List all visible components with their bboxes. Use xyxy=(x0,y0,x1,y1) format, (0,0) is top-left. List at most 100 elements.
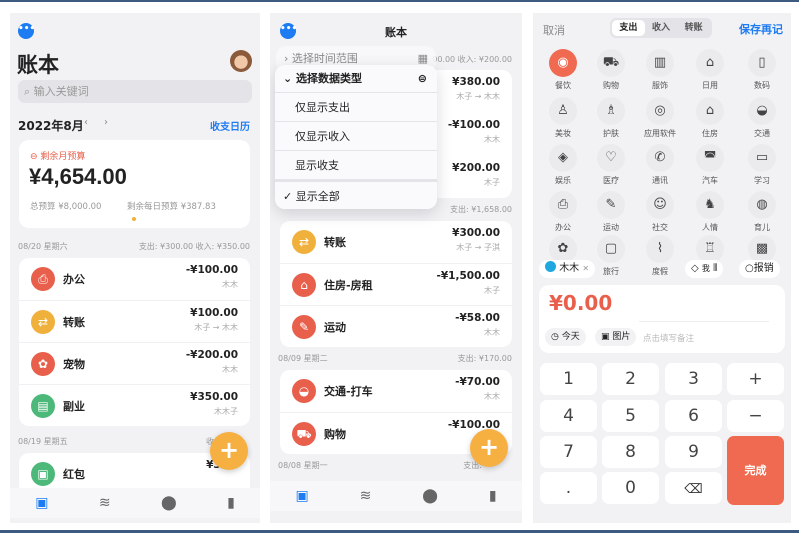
category-item[interactable]: ✎ 运动 xyxy=(586,191,636,233)
key-5[interactable]: 5 xyxy=(602,400,659,432)
tab-drop-icon[interactable]: ⬤ xyxy=(161,495,177,511)
image-button[interactable]: ▣ 图片 xyxy=(595,328,637,346)
category-item[interactable]: ✆ 通讯 xyxy=(635,144,685,186)
date-button[interactable]: ◷ 今天 xyxy=(545,328,586,346)
date-header: 08/08 星期一 xyxy=(278,461,328,470)
next-month-button[interactable]: › xyxy=(104,117,108,128)
key-10[interactable]: 9 xyxy=(665,436,722,468)
tab-layers-icon[interactable]: ≋ xyxy=(99,495,111,511)
transaction-row[interactable]: ⌂ 住房-房租 -¥1,500.00 木子 xyxy=(280,263,512,305)
category-item[interactable]: ⛟ 购物 xyxy=(586,49,636,91)
date-summary: 00.00 收入: ¥200.00 xyxy=(432,55,512,64)
category-item[interactable]: ◚ 汽车 xyxy=(685,144,735,186)
add-transaction-button[interactable]: + xyxy=(470,429,508,467)
transaction-row[interactable]: ✎ 运动 -¥58.00 木木 xyxy=(280,305,512,347)
transaction-amount: -¥100.00 xyxy=(447,119,500,131)
remove-member-icon[interactable]: ✕ xyxy=(582,264,589,273)
transaction-account: 木木子 xyxy=(214,407,238,416)
date-header: 08/20 星期六 xyxy=(18,242,68,251)
save-again-button[interactable]: 保存再记 xyxy=(739,21,783,37)
transaction-row[interactable]: ⇄ 转账 ¥300.00 木子 → 子淇 xyxy=(280,221,512,263)
category-item[interactable]: ⌂ 住房 xyxy=(685,97,735,139)
key-7[interactable]: − xyxy=(727,400,784,432)
tab-stats-icon[interactable]: ▮ xyxy=(227,495,235,511)
transaction-amount: ¥200.00 xyxy=(452,162,500,174)
data-type-header[interactable]: ⌄ 选择数据类型 ⊜ xyxy=(275,65,437,92)
category-item[interactable]: ⌂ 日用 xyxy=(685,49,735,91)
tag-chip[interactable]: ◇ 我 ⫴ xyxy=(685,260,724,278)
tab-expense[interactable]: 支出 xyxy=(612,20,645,36)
search-input[interactable]: ⌕ 输入关键词 xyxy=(18,80,252,103)
category-item[interactable]: ♗ 护肤 xyxy=(586,97,636,139)
menu-item-expense-only[interactable]: 仅显示支出 xyxy=(275,92,437,121)
add-transaction-button[interactable]: + xyxy=(210,432,248,470)
category-item[interactable]: ◒ 交通 xyxy=(737,97,787,139)
data-type-label: 选择数据类型 xyxy=(296,72,363,85)
category-label: 运动 xyxy=(603,223,619,232)
category-item[interactable]: ▭ 学习 xyxy=(737,144,787,186)
category-item[interactable]: ♞ 人情 xyxy=(685,191,735,233)
key-1[interactable]: 2 xyxy=(602,363,659,395)
transaction-amount: -¥200.00 xyxy=(185,349,238,361)
category-item[interactable]: ♙ 美妆 xyxy=(538,97,588,139)
key-11[interactable]: . xyxy=(540,472,597,504)
done-button[interactable]: 完成 xyxy=(727,436,784,505)
key-2[interactable]: 3 xyxy=(665,363,722,395)
transaction-row[interactable]: ✿ 宠物 -¥200.00 木木 xyxy=(19,342,250,384)
budget-card[interactable]: ⊖ 剩余月预算 ¥4,654.00 总预算 ¥8,000.00 剩余每日预算 ¥… xyxy=(19,140,250,228)
category-item[interactable]: ◎ 应用软件 xyxy=(635,97,685,139)
category-item[interactable]: ◉ 餐饮 xyxy=(538,49,588,91)
category-label: 美妆 xyxy=(555,129,571,138)
category-item[interactable]: ◈ 娱乐 xyxy=(538,144,588,186)
amount-card: ¥0.00 ◷ 今天 ▣ 图片 点击填写备注 xyxy=(539,285,785,353)
tab-ledger-icon[interactable]: ▣ xyxy=(295,488,308,504)
menu-item-show-all[interactable]: ✓ 显示全部 xyxy=(275,179,437,208)
key-8[interactable]: 7 xyxy=(540,436,597,468)
calendar-link[interactable]: 收支日历 xyxy=(210,118,250,133)
transaction-row[interactable]: ◒ 交通-打车 -¥70.00 木木 xyxy=(280,370,512,412)
key-0[interactable]: 1 xyxy=(540,363,597,395)
transaction-row[interactable]: ⇄ 转账 ¥100.00 木子 → 木木 xyxy=(19,300,250,342)
amount-display: ¥0.00 xyxy=(549,291,613,315)
note-input[interactable]: 点击填写备注 xyxy=(643,332,694,344)
tab-income[interactable]: 收入 xyxy=(645,20,678,36)
category-item[interactable]: ⌇ 度假 xyxy=(635,235,685,277)
category-icon: ◉ xyxy=(549,49,577,77)
tab-transfer[interactable]: 转账 xyxy=(677,20,710,36)
category-item[interactable]: ▯ 数码 xyxy=(737,49,787,91)
menu-item-income-expense[interactable]: 显示收支 xyxy=(275,150,437,179)
cancel-button[interactable]: 取消 xyxy=(543,22,565,38)
category-item[interactable]: ◍ 育儿 xyxy=(737,191,787,233)
category-icon: ✆ xyxy=(646,144,674,172)
category-item[interactable]: ♡ 医疗 xyxy=(586,144,636,186)
reimburse-toggle[interactable]: ○报销 xyxy=(739,260,780,278)
category-icon: ▢ xyxy=(597,235,625,263)
transaction-row[interactable]: ⎙ 办公 -¥100.00 木木 xyxy=(19,258,250,300)
transaction-account: 木子 → 木木 xyxy=(194,323,238,332)
tab-ledger-icon[interactable]: ▣ xyxy=(35,495,48,511)
key-9[interactable]: 8 xyxy=(602,436,659,468)
transaction-row[interactable]: ▤ 副业 ¥350.00 木木子 xyxy=(19,384,250,426)
category-item[interactable]: ⎙ 办公 xyxy=(538,191,588,233)
category-icon: ⌂ xyxy=(292,273,316,297)
tab-layers-icon[interactable]: ≋ xyxy=(360,488,372,504)
key-3[interactable]: + xyxy=(727,363,784,395)
category-item[interactable]: ☺ 社交 xyxy=(635,191,685,233)
key-6[interactable]: 6 xyxy=(665,400,722,432)
tab-stats-icon[interactable]: ▮ xyxy=(489,488,497,504)
prev-month-button[interactable]: ‹ xyxy=(84,117,88,128)
category-label: 度假 xyxy=(652,267,668,276)
key-4[interactable]: 4 xyxy=(540,400,597,432)
avatar[interactable] xyxy=(230,50,252,72)
key-12[interactable]: 0 xyxy=(602,472,659,504)
more-icon[interactable]: ••• xyxy=(18,23,35,39)
tab-drop-icon[interactable]: ⬤ xyxy=(422,488,438,504)
menu-item-income-only[interactable]: 仅显示收入 xyxy=(275,121,437,150)
category-label: 育儿 xyxy=(754,223,770,232)
type-segmented-control: 支出 收入 转账 xyxy=(610,18,712,38)
backspace-key[interactable]: ⌫ xyxy=(665,472,722,504)
category-item[interactable]: ▥ 服饰 xyxy=(635,49,685,91)
member-chip[interactable]: 木木 ✕ xyxy=(539,260,596,278)
transaction-account: 木木 xyxy=(484,392,500,401)
transaction-category: 运动 xyxy=(324,321,346,334)
